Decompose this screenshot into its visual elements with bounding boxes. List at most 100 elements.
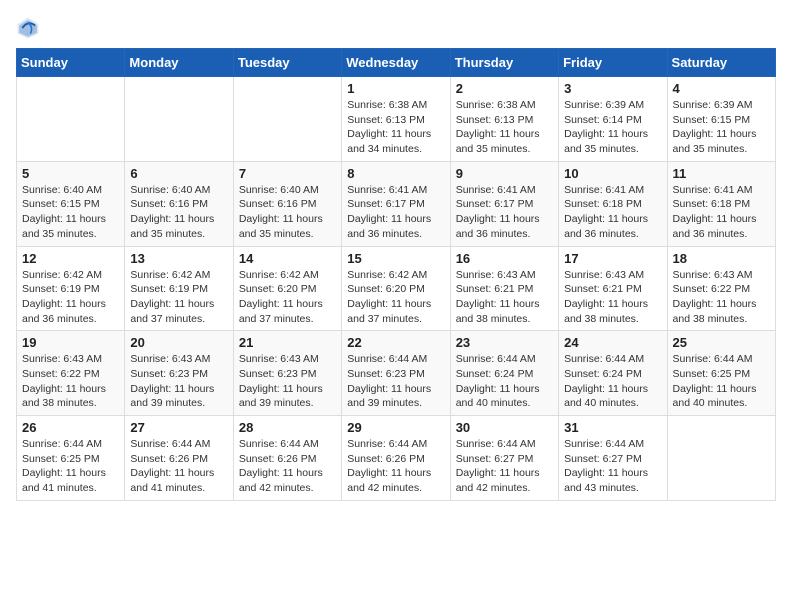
day-number: 13 <box>130 251 227 266</box>
day-cell-28: 28 Sunrise: 6:44 AM Sunset: 6:26 PM Dayli… <box>233 416 341 501</box>
day-cell-31: 31Sunrise: 6:44 AM Sunset: 6:27 PM Dayli… <box>559 416 667 501</box>
day-info: Sunrise: 6:44 AM Sunset: 6:25 PM Dayligh… <box>22 437 119 496</box>
weekday-header-monday: Monday <box>125 49 233 77</box>
day-cell-24: 24Sunrise: 6:44 AM Sunset: 6:24 PM Dayli… <box>559 331 667 416</box>
empty-cell <box>17 77 125 162</box>
day-info: Sunrise: 6:38 AM Sunset: 6:13 PM Dayligh… <box>456 98 553 157</box>
day-cell-25: 25 Sunrise: 6:44 AM Sunset: 6:25 PM Dayli… <box>667 331 775 416</box>
day-info: Sunrise: 6:41 AM Sunset: 6:17 PM Dayligh… <box>456 183 553 242</box>
calendar-table: SundayMondayTuesdayWednesdayThursdayFrid… <box>16 48 776 501</box>
day-cell-5: 5 Sunrise: 6:40 AM Sunset: 6:15 PM Daylig… <box>17 161 125 246</box>
day-number: 15 <box>347 251 444 266</box>
logo <box>16 16 44 40</box>
day-cell-1: 1 Sunrise: 6:38 AM Sunset: 6:13 PM Daylig… <box>342 77 450 162</box>
day-info: Sunrise: 6:40 AM Sunset: 6:16 PM Dayligh… <box>130 183 227 242</box>
day-number: 16 <box>456 251 553 266</box>
weekday-header-wednesday: Wednesday <box>342 49 450 77</box>
day-number: 12 <box>22 251 119 266</box>
day-cell-19: 19 Sunrise: 6:43 AM Sunset: 6:22 PM Dayli… <box>17 331 125 416</box>
day-info: Sunrise: 6:43 AM Sunset: 6:22 PM Dayligh… <box>22 352 119 411</box>
weekday-header-tuesday: Tuesday <box>233 49 341 77</box>
day-info: Sunrise: 6:42 AM Sunset: 6:19 PM Dayligh… <box>22 268 119 327</box>
day-info: Sunrise: 6:44 AM Sunset: 6:24 PM Dayligh… <box>564 352 661 411</box>
day-info: Sunrise: 6:44 AM Sunset: 6:27 PM Dayligh… <box>456 437 553 496</box>
week-row-3: 12 Sunrise: 6:42 AM Sunset: 6:19 PM Dayli… <box>17 246 776 331</box>
day-number: 20 <box>130 335 227 350</box>
day-cell-30: 30 Sunrise: 6:44 AM Sunset: 6:27 PM Dayli… <box>450 416 558 501</box>
day-cell-22: 22 Sunrise: 6:44 AM Sunset: 6:23 PM Dayli… <box>342 331 450 416</box>
day-number: 14 <box>239 251 336 266</box>
day-cell-12: 12 Sunrise: 6:42 AM Sunset: 6:19 PM Dayli… <box>17 246 125 331</box>
day-info: Sunrise: 6:44 AM Sunset: 6:25 PM Dayligh… <box>673 352 770 411</box>
day-number: 1 <box>347 81 444 96</box>
day-number: 29 <box>347 420 444 435</box>
day-number: 30 <box>456 420 553 435</box>
day-cell-13: 13 Sunrise: 6:42 AM Sunset: 6:19 PM Dayli… <box>125 246 233 331</box>
day-number: 22 <box>347 335 444 350</box>
day-info: Sunrise: 6:40 AM Sunset: 6:15 PM Dayligh… <box>22 183 119 242</box>
day-info: Sunrise: 6:44 AM Sunset: 6:26 PM Dayligh… <box>239 437 336 496</box>
weekday-header-sunday: Sunday <box>17 49 125 77</box>
day-number: 17 <box>564 251 661 266</box>
day-cell-6: 6 Sunrise: 6:40 AM Sunset: 6:16 PM Daylig… <box>125 161 233 246</box>
header <box>16 16 776 40</box>
day-number: 21 <box>239 335 336 350</box>
week-row-2: 5 Sunrise: 6:40 AM Sunset: 6:15 PM Daylig… <box>17 161 776 246</box>
weekday-header-saturday: Saturday <box>667 49 775 77</box>
day-info: Sunrise: 6:41 AM Sunset: 6:18 PM Dayligh… <box>564 183 661 242</box>
day-cell-9: 9Sunrise: 6:41 AM Sunset: 6:17 PM Daylig… <box>450 161 558 246</box>
day-cell-27: 27Sunrise: 6:44 AM Sunset: 6:26 PM Dayli… <box>125 416 233 501</box>
day-cell-26: 26 Sunrise: 6:44 AM Sunset: 6:25 PM Dayli… <box>17 416 125 501</box>
day-cell-18: 18 Sunrise: 6:43 AM Sunset: 6:22 PM Dayli… <box>667 246 775 331</box>
day-cell-11: 11Sunrise: 6:41 AM Sunset: 6:18 PM Dayli… <box>667 161 775 246</box>
day-number: 5 <box>22 166 119 181</box>
day-number: 27 <box>130 420 227 435</box>
day-number: 25 <box>673 335 770 350</box>
day-info: Sunrise: 6:44 AM Sunset: 6:23 PM Dayligh… <box>347 352 444 411</box>
day-info: Sunrise: 6:39 AM Sunset: 6:14 PM Dayligh… <box>564 98 661 157</box>
day-info: Sunrise: 6:42 AM Sunset: 6:19 PM Dayligh… <box>130 268 227 327</box>
weekday-header-thursday: Thursday <box>450 49 558 77</box>
day-number: 4 <box>673 81 770 96</box>
day-number: 10 <box>564 166 661 181</box>
day-info: Sunrise: 6:41 AM Sunset: 6:18 PM Dayligh… <box>673 183 770 242</box>
day-cell-21: 21 Sunrise: 6:43 AM Sunset: 6:23 PM Dayli… <box>233 331 341 416</box>
day-number: 28 <box>239 420 336 435</box>
weekday-header-friday: Friday <box>559 49 667 77</box>
day-number: 3 <box>564 81 661 96</box>
day-cell-14: 14Sunrise: 6:42 AM Sunset: 6:20 PM Dayli… <box>233 246 341 331</box>
day-info: Sunrise: 6:42 AM Sunset: 6:20 PM Dayligh… <box>347 268 444 327</box>
day-number: 18 <box>673 251 770 266</box>
day-info: Sunrise: 6:43 AM Sunset: 6:22 PM Dayligh… <box>673 268 770 327</box>
day-cell-10: 10 Sunrise: 6:41 AM Sunset: 6:18 PM Dayli… <box>559 161 667 246</box>
day-cell-29: 29 Sunrise: 6:44 AM Sunset: 6:26 PM Dayli… <box>342 416 450 501</box>
day-cell-16: 16Sunrise: 6:43 AM Sunset: 6:21 PM Dayli… <box>450 246 558 331</box>
day-cell-17: 17 Sunrise: 6:43 AM Sunset: 6:21 PM Dayli… <box>559 246 667 331</box>
day-cell-8: 8Sunrise: 6:41 AM Sunset: 6:17 PM Daylig… <box>342 161 450 246</box>
week-row-1: 1 Sunrise: 6:38 AM Sunset: 6:13 PM Daylig… <box>17 77 776 162</box>
day-cell-15: 15 Sunrise: 6:42 AM Sunset: 6:20 PM Dayli… <box>342 246 450 331</box>
day-info: Sunrise: 6:43 AM Sunset: 6:21 PM Dayligh… <box>564 268 661 327</box>
day-info: Sunrise: 6:44 AM Sunset: 6:24 PM Dayligh… <box>456 352 553 411</box>
day-number: 26 <box>22 420 119 435</box>
day-cell-3: 3 Sunrise: 6:39 AM Sunset: 6:14 PM Daylig… <box>559 77 667 162</box>
day-cell-4: 4 Sunrise: 6:39 AM Sunset: 6:15 PM Daylig… <box>667 77 775 162</box>
day-cell-23: 23Sunrise: 6:44 AM Sunset: 6:24 PM Dayli… <box>450 331 558 416</box>
day-info: Sunrise: 6:40 AM Sunset: 6:16 PM Dayligh… <box>239 183 336 242</box>
day-cell-7: 7Sunrise: 6:40 AM Sunset: 6:16 PM Daylig… <box>233 161 341 246</box>
empty-cell <box>233 77 341 162</box>
day-number: 8 <box>347 166 444 181</box>
day-info: Sunrise: 6:39 AM Sunset: 6:15 PM Dayligh… <box>673 98 770 157</box>
week-row-4: 19 Sunrise: 6:43 AM Sunset: 6:22 PM Dayli… <box>17 331 776 416</box>
day-number: 6 <box>130 166 227 181</box>
day-number: 19 <box>22 335 119 350</box>
empty-cell <box>667 416 775 501</box>
day-number: 2 <box>456 81 553 96</box>
day-info: Sunrise: 6:43 AM Sunset: 6:23 PM Dayligh… <box>130 352 227 411</box>
day-info: Sunrise: 6:43 AM Sunset: 6:23 PM Dayligh… <box>239 352 336 411</box>
day-cell-20: 20 Sunrise: 6:43 AM Sunset: 6:23 PM Dayli… <box>125 331 233 416</box>
day-info: Sunrise: 6:44 AM Sunset: 6:26 PM Dayligh… <box>347 437 444 496</box>
day-info: Sunrise: 6:38 AM Sunset: 6:13 PM Dayligh… <box>347 98 444 157</box>
logo-icon <box>16 16 40 40</box>
empty-cell <box>125 77 233 162</box>
